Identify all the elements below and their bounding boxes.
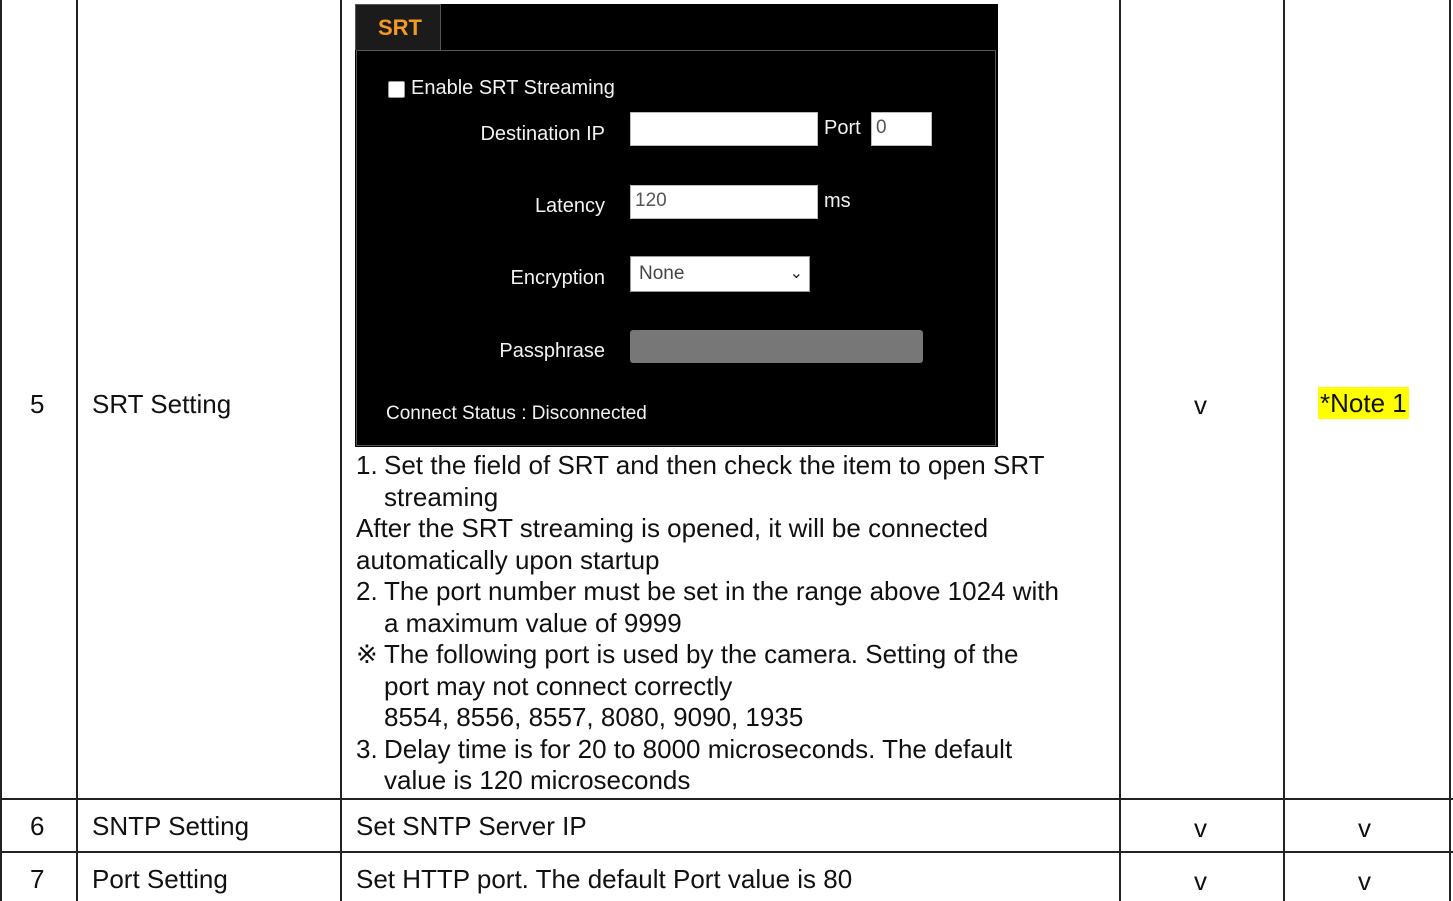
row-6-col4-check: v xyxy=(1194,813,1207,843)
tab-srt[interactable]: SRT xyxy=(355,4,441,50)
srt-description: 1. Set the field of SRT and then check th… xyxy=(356,450,1116,797)
table-divider-4 xyxy=(1283,0,1285,901)
row-5-name: SRT Setting xyxy=(92,389,232,419)
row-6-description: Set SNTP Server IP xyxy=(356,811,587,841)
port-input[interactable]: 0 xyxy=(871,112,932,146)
note-line-1: ※ The following port is used by the camer… xyxy=(356,639,1019,669)
table-divider-3 xyxy=(1119,0,1121,901)
latency-input[interactable]: 120 xyxy=(630,185,818,219)
row-6-number: 6 xyxy=(30,811,45,841)
passphrase-label: Passphrase xyxy=(499,340,605,362)
encryption-select[interactable]: None ⌄ xyxy=(630,256,810,292)
item-3-line-2: value is 120 microseconds xyxy=(384,765,691,795)
table-border-left xyxy=(0,0,2,901)
item-3-line-1: 3. Delay time is for 20 to 8000 microseco… xyxy=(356,733,1013,764)
destination-ip-label: Destination IP xyxy=(480,123,605,145)
row-5-number: 5 xyxy=(30,389,45,419)
srt-settings-panel: SRT Enable SRT Streaming Destination IP … xyxy=(355,4,998,447)
encryption-label: Encryption xyxy=(510,267,606,289)
item-1-line-2: streaming xyxy=(384,481,499,512)
item-1-line-1: 1. Set the field of SRT and then check th… xyxy=(356,450,1045,480)
passphrase-input[interactable] xyxy=(630,330,923,363)
row-divider-6-7 xyxy=(0,851,1453,853)
para-line-2: automatically upon startup xyxy=(356,544,660,575)
port-label: Port xyxy=(824,117,861,139)
row-6-name: SNTP Setting xyxy=(92,811,250,841)
destination-ip-input[interactable] xyxy=(630,112,818,146)
row-7-name: Port Setting xyxy=(92,864,228,894)
chevron-down-icon: ⌄ xyxy=(789,265,803,282)
row-divider-5-6 xyxy=(0,798,1453,800)
enable-srt-checkbox[interactable] xyxy=(388,81,405,98)
note-line-3: 8554, 8556, 8557, 8080, 9090, 1935 xyxy=(384,702,804,732)
srt-panel-body xyxy=(356,50,996,446)
table-divider-1 xyxy=(76,0,78,901)
row-7-number: 7 xyxy=(30,864,45,894)
row-7-col4-check: v xyxy=(1194,866,1207,896)
latency-label: Latency xyxy=(534,195,605,217)
connect-status: Connect Status : Disconnected xyxy=(386,403,647,424)
table-divider-2 xyxy=(340,0,342,901)
enable-srt-label: Enable SRT Streaming xyxy=(411,77,615,99)
note-1-highlight: *Note 1 xyxy=(1318,387,1409,419)
row-7-col5-check: v xyxy=(1358,866,1371,896)
encryption-select-value: None xyxy=(639,263,685,284)
para-line-1: After the SRT streaming is opened, it wi… xyxy=(356,513,989,543)
row-5-col4-check: v xyxy=(1194,390,1207,420)
row-7-description: Set HTTP port. The default Port value is… xyxy=(356,864,853,894)
latency-unit: ms xyxy=(824,190,851,212)
table-border-right xyxy=(1449,0,1451,901)
note-line-2: port may not connect correctly xyxy=(384,670,733,701)
row-6-col5-check: v xyxy=(1358,813,1371,843)
item-2-line-2: a maximum value of 9999 xyxy=(384,607,682,638)
item-2-line-1: 2. The port number must be set in the ran… xyxy=(356,576,1059,606)
